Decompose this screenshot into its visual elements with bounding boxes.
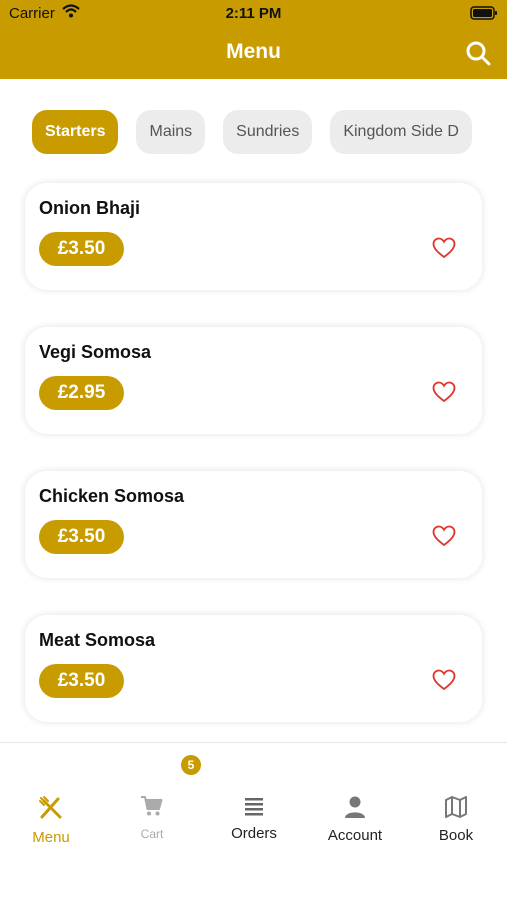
page-title: Menu — [226, 40, 281, 63]
category-tabs: Starters Mains Sundries Kingdom Side D — [32, 110, 482, 155]
item-name: Onion Bhaji — [39, 198, 140, 218]
tab-starters[interactable]: Starters — [32, 110, 119, 154]
status-time: 2:11 PM — [225, 5, 282, 22]
menu-item-card[interactable]: Vegi Somosa £2.95 — [25, 327, 482, 434]
item-name: Vegi Somosa — [39, 342, 152, 362]
nav-cart[interactable]: Cart — [102, 795, 202, 855]
tab-mains[interactable]: Mains — [136, 110, 206, 154]
map-icon — [445, 796, 467, 818]
heart-icon[interactable] — [432, 381, 456, 403]
menu-item-card[interactable]: Onion Bhaji £3.50 — [25, 183, 482, 290]
person-icon — [345, 796, 365, 818]
header: Carrier 2:11 PM Menu — [0, 0, 507, 79]
menu-item-card[interactable]: Meat Somosa £3.50 — [25, 615, 482, 722]
heart-icon[interactable] — [432, 669, 456, 691]
search-icon[interactable] — [465, 40, 491, 66]
price-badge: £3.50 — [39, 520, 124, 554]
nav-book-label: Book — [438, 827, 474, 844]
nav-book[interactable]: Book — [406, 795, 506, 855]
nav-account-label: Account — [327, 827, 383, 844]
tab-sundries[interactable]: Sundries — [223, 110, 313, 154]
price-badge: £3.50 — [39, 232, 124, 266]
nav-cart-label: Cart — [140, 827, 164, 841]
item-name: Meat Somosa — [39, 630, 156, 650]
nav-menu[interactable]: Menu — [1, 795, 101, 855]
price-badge: £3.50 — [39, 664, 124, 698]
cart-icon — [141, 796, 163, 816]
battery-icon — [470, 6, 497, 20]
tab-kingdom-side[interactable]: Kingdom Side D — [330, 110, 472, 154]
heart-icon[interactable] — [432, 237, 456, 259]
cutlery-icon — [39, 796, 62, 819]
cart-count-badge: 5 — [181, 755, 201, 775]
nav-orders[interactable]: Orders — [204, 795, 304, 855]
nav-orders-label: Orders — [231, 825, 277, 842]
menu-item-card[interactable]: Chicken Somosa £3.50 — [25, 471, 482, 578]
price-badge: £2.95 — [39, 376, 124, 410]
nav-account[interactable]: Account — [305, 795, 405, 855]
heart-icon[interactable] — [432, 525, 456, 547]
bottom-tab-bar: Menu Cart Orders Account Book — [0, 742, 507, 901]
list-icon — [245, 798, 263, 816]
item-name: Chicken Somosa — [39, 486, 185, 506]
nav-menu-label: Menu — [32, 829, 70, 846]
